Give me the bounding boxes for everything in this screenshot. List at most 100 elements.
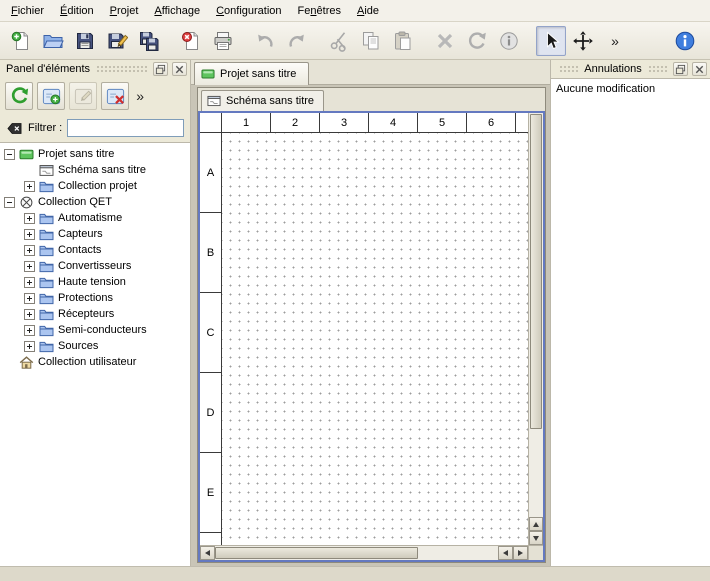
elements-panel-close-button[interactable] (172, 62, 187, 76)
open-project-button[interactable] (38, 26, 68, 56)
scroll-up-button[interactable] (529, 517, 543, 531)
tab-schema[interactable]: Schéma sans titre (201, 90, 324, 111)
elements-panel-header: Panel d'éléments (0, 60, 190, 78)
schema-grid[interactable] (222, 133, 528, 545)
folder-icon (39, 339, 54, 354)
expand-icon[interactable] (24, 325, 35, 336)
toolbar-overflow-button[interactable]: » (600, 26, 630, 56)
scroll-left-button[interactable] (200, 546, 215, 560)
expand-icon[interactable] (24, 261, 35, 272)
undo-list[interactable]: Aucune modification (551, 78, 710, 566)
tree-item[interactable]: Haute tension (0, 274, 190, 290)
sheet-body: ABCDE (200, 133, 528, 545)
project-area: Projet sans titre Schéma sans titre 1234… (191, 60, 550, 566)
filter-input[interactable] (67, 119, 184, 137)
collapse-icon[interactable] (4, 149, 15, 160)
tree-item[interactable]: Projet sans titre (0, 146, 190, 162)
tree-item[interactable]: Collection projet (0, 178, 190, 194)
menu-item-aide[interactable]: Aide (349, 2, 387, 20)
tree-item-label: Récepteurs (58, 308, 114, 320)
collapse-icon[interactable] (4, 197, 15, 208)
elements-panel-float-button[interactable] (153, 62, 168, 76)
tree-item[interactable]: Récepteurs (0, 306, 190, 322)
tree-item-label: Collection utilisateur (38, 356, 136, 368)
dock-drag-handle[interactable] (648, 65, 667, 74)
delete-element-button[interactable] (101, 82, 129, 110)
expand-icon[interactable] (24, 309, 35, 320)
tree-item[interactable]: Convertisseurs (0, 258, 190, 274)
filter-clear-icon[interactable] (6, 120, 23, 137)
tree-item[interactable]: Collection utilisateur (0, 354, 190, 370)
tree-item-label: Contacts (58, 244, 101, 256)
undo-panel-float-button[interactable] (673, 62, 688, 76)
cross-icon (434, 30, 456, 52)
row-header-cell: B (200, 213, 221, 293)
expand-icon[interactable] (24, 341, 35, 352)
save-as-button[interactable] (102, 26, 132, 56)
status-bar (0, 566, 710, 581)
expand-icon[interactable] (24, 293, 35, 304)
panel-overflow-button[interactable]: » (133, 81, 151, 111)
vertical-scrollbar-thumb[interactable] (530, 114, 542, 429)
schema-sheet[interactable]: 123456 ABCDE (200, 113, 528, 545)
row-header-filler (200, 533, 221, 545)
info-gray-icon (498, 30, 520, 52)
expand-icon[interactable] (24, 181, 35, 192)
tree-item[interactable]: Sources (0, 338, 190, 354)
menu-item-fichier[interactable]: Fichier (3, 2, 52, 20)
toolbar-group (430, 26, 524, 56)
tab-project[interactable]: Projet sans titre (194, 62, 309, 85)
chevron-double-right-icon: » (611, 34, 619, 48)
vertical-scrollbar[interactable] (528, 113, 543, 545)
menu-item-configuration[interactable]: Configuration (208, 2, 289, 20)
tree-item[interactable]: Schéma sans titre (0, 162, 190, 178)
menu-item-edition[interactable]: Édition (52, 2, 102, 20)
horizontal-scrollbar-thumb[interactable] (215, 547, 418, 559)
schema-view[interactable]: 123456 ABCDE (198, 111, 545, 562)
expand-icon[interactable] (24, 229, 35, 240)
pan-mode-button[interactable] (568, 26, 598, 56)
close-project-button[interactable] (176, 26, 206, 56)
tree-item-label: Semi-conducteurs (58, 324, 147, 336)
tree-item[interactable]: Capteurs (0, 226, 190, 242)
menu-item-fenetres[interactable]: Fenêtres (290, 2, 349, 20)
undo-panel-close-button[interactable] (692, 62, 707, 76)
tree-item-label: Projet sans titre (38, 148, 114, 160)
reload-collections-button[interactable] (5, 82, 33, 110)
column-header-cell: 1 (222, 113, 271, 132)
main-toolbar: » (0, 22, 710, 60)
tree-item[interactable]: Automatisme (0, 210, 190, 226)
scrollbar-track[interactable] (418, 546, 498, 560)
menu-item-affichage[interactable]: Affichage (146, 2, 208, 20)
tab-schema-label: Schéma sans titre (226, 95, 314, 107)
expand-icon[interactable] (24, 245, 35, 256)
scroll-down-button[interactable] (529, 531, 543, 545)
tree-item[interactable]: Semi-conducteurs (0, 322, 190, 338)
scroll-right-button[interactable] (513, 546, 528, 560)
floppy-edit-icon (106, 30, 128, 52)
new-element-button[interactable] (37, 82, 65, 110)
toolbar-group (176, 26, 238, 56)
tree-item[interactable]: Collection QET (0, 194, 190, 210)
save-button[interactable] (70, 26, 100, 56)
tree-item[interactable]: Contacts (0, 242, 190, 258)
dock-drag-handle[interactable] (96, 65, 147, 74)
folder-icon (39, 243, 54, 258)
dock-drag-handle[interactable] (559, 65, 578, 74)
new-project-button[interactable] (6, 26, 36, 56)
folder-open-icon (42, 30, 64, 52)
horizontal-scrollbar[interactable] (200, 545, 528, 560)
chevron-double-right-icon: » (136, 89, 144, 103)
menu-item-projet[interactable]: Projet (102, 2, 147, 20)
column-header-cell: 2 (271, 113, 320, 132)
doc-close-icon (180, 30, 202, 52)
about-qet-button[interactable] (670, 26, 700, 56)
select-mode-button[interactable] (536, 26, 566, 56)
expand-icon[interactable] (24, 213, 35, 224)
print-button[interactable] (208, 26, 238, 56)
tree-item[interactable]: Protections (0, 290, 190, 306)
expand-icon[interactable] (24, 277, 35, 288)
save-all-button[interactable] (134, 26, 164, 56)
folder-icon (39, 211, 54, 226)
scroll-left-button-2[interactable] (498, 546, 513, 560)
